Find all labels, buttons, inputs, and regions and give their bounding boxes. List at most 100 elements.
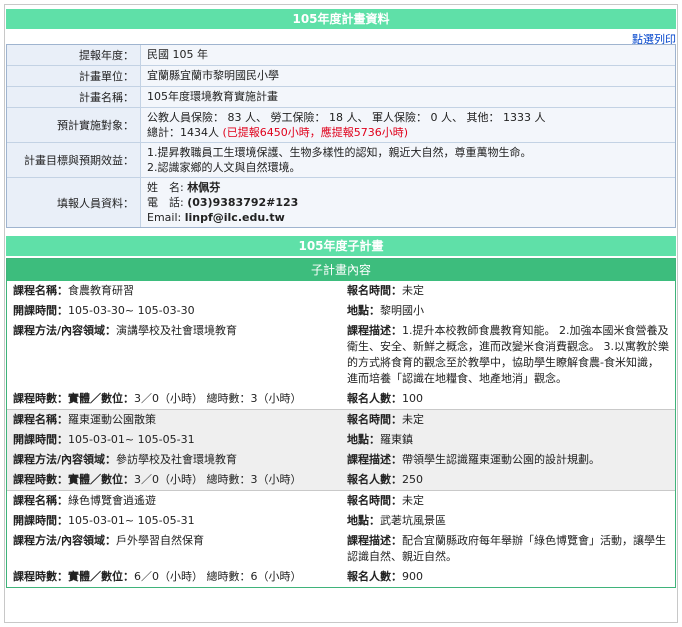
info-label: 提報年度： (7, 45, 141, 65)
info-row-name: 計畫名稱： 105年度環境教育實施計畫 (7, 87, 675, 108)
course-row: 開課時間：105-03-30~ 105-03-30 地點：黎明國小 (7, 301, 675, 321)
course-place: 地點：武荖坑風景區 (341, 511, 675, 531)
target-total-line: 總計：1434人 (已提報6450小時，應提報5736小時) (147, 125, 669, 140)
field-value: 綠色博覽會逍遙遊 (68, 494, 156, 507)
course-time: 開課時間：105-03-30~ 105-03-30 (7, 301, 341, 321)
field-value: 羅東鎮 (380, 433, 413, 446)
contact-email-value: linpf@ilc.edu.tw (184, 211, 285, 224)
field-label: 報名時間： (347, 494, 402, 507)
course-time: 開課時間：105-03-01~ 105-05-31 (7, 511, 341, 531)
subplan-header: 子計畫內容 (7, 259, 675, 281)
field-value: 未定 (402, 413, 424, 426)
course-people: 報名人數：250 (341, 470, 675, 490)
field-label: 課程描述： (347, 324, 402, 337)
field-label: 課程方法/內容領域： (13, 324, 117, 337)
field-value: 3／0（小時） 總時數：3（小時） (134, 392, 302, 405)
info-value: 105年度環境教育實施計畫 (141, 87, 675, 107)
field-label: 開課時間： (13, 304, 68, 317)
contact-phone: 電 話: (03)9383792#123 (147, 195, 669, 210)
field-value: 6／0（小時） 總時數：6（小時） (134, 570, 302, 583)
course-row: 課程時數：實體／數位：3／0（小時） 總時數：3（小時） 報名人數：250 (7, 470, 675, 490)
field-label: 報名人數： (347, 392, 402, 405)
course-name: 課程名稱：綠色博覽會逍遙遊 (7, 491, 341, 511)
field-value: 250 (402, 473, 423, 486)
course-row: 開課時間：105-03-01~ 105-05-31 地點：羅東鎮 (7, 430, 675, 450)
info-label: 計畫單位： (7, 66, 141, 86)
plan-title-bar: 105年度計畫資料 (6, 9, 676, 29)
course-time: 開課時間：105-03-01~ 105-05-31 (7, 430, 341, 450)
field-label: 地點： (347, 514, 380, 527)
target-total: 總計：1434人 (147, 126, 219, 139)
field-value: 3／0（小時） 總時數：3（小時） (134, 473, 302, 486)
course-row: 課程方法/內容領域：參訪學校及社會環境教育 課程描述：帶領學生認識羅東運動公園的… (7, 450, 675, 470)
course-block: 課程名稱：食農教育研習 報名時間：未定 開課時間：105-03-30~ 105-… (7, 281, 675, 410)
course-desc: 課程描述：帶領學生認識羅東運動公園的設計規劃。 (341, 450, 675, 470)
field-label: 課程方法/內容領域： (13, 534, 117, 547)
info-row-year: 提報年度： 民國 105 年 (7, 45, 675, 66)
course-hours: 課程時數：實體／數位：3／0（小時） 總時數：3（小時） (7, 389, 341, 409)
course-row: 課程方法/內容領域：演講學校及社會環境教育 課程描述：1.提升本校教師食農教育知… (7, 321, 675, 389)
contact-name: 姓 名: 林佩芬 (147, 180, 669, 195)
course-method: 課程方法/內容領域：演講學校及社會環境教育 (7, 321, 341, 389)
info-value: 民國 105 年 (141, 45, 675, 65)
course-row: 課程方法/內容領域：戶外學習自然保育 課程描述：配合宜蘭縣政府每年舉辦「綠色博覽… (7, 531, 675, 567)
info-row-unit: 計畫單位： 宜蘭縣宜蘭市黎明國民小學 (7, 66, 675, 87)
field-label: 地點： (347, 304, 380, 317)
course-name: 課程名稱：羅東運動公園散策 (7, 410, 341, 430)
info-value: 宜蘭縣宜蘭市黎明國民小學 (141, 66, 675, 86)
goal-line: 1.提昇教職員工生環境保護、生物多樣性的認知，親近大自然，尊重萬物生命。 (147, 146, 532, 159)
field-label: 報名時間： (347, 284, 402, 297)
info-label: 預計實施對象： (7, 108, 141, 142)
contact-name-value: 林佩芬 (187, 181, 221, 194)
info-label: 計畫名稱： (7, 87, 141, 107)
field-value: 帶領學生認識羅東運動公園的設計規劃。 (402, 453, 600, 466)
contact-phone-value: (03)9383792#123 (187, 196, 299, 209)
contact-email: Email: linpf@ilc.edu.tw (147, 210, 669, 225)
info-row-contact: 填報人員資料： 姓 名: 林佩芬 電 話: (03)9383792#123 Em… (7, 178, 675, 227)
field-label: 地點： (347, 433, 380, 446)
course-row: 開課時間：105-03-01~ 105-05-31 地點：武荖坑風景區 (7, 511, 675, 531)
subplan-title-bar: 105年度子計畫 (6, 236, 676, 256)
info-row-goals: 計畫目標與預期效益： 1.提昇教職員工生環境保護、生物多樣性的認知，親近大自然，… (7, 143, 675, 178)
field-label: 課程描述： (347, 534, 402, 547)
course-row: 課程時數：實體／數位：3／0（小時） 總時數：3（小時） 報名人數：100 (7, 389, 675, 409)
field-label: 課程名稱： (13, 413, 68, 426)
course-hours: 課程時數：實體／數位：6／0（小時） 總時數：6（小時） (7, 567, 341, 587)
info-row-target: 預計實施對象： 公教人員保險： 83 人、 勞工保險： 18 人、 軍人保險： … (7, 108, 675, 143)
field-value: 黎明國小 (380, 304, 424, 317)
field-value: 戶外學習自然保育 (116, 534, 205, 547)
field-value: 未定 (402, 284, 424, 297)
course-row: 課程名稱：綠色博覽會逍遙遊 報名時間：未定 (7, 491, 675, 511)
field-label: 課程描述： (347, 453, 402, 466)
course-method: 課程方法/內容領域：參訪學校及社會環境教育 (7, 450, 341, 470)
course-block: 課程名稱：綠色博覽會逍遙遊 報名時間：未定 開課時間：105-03-01~ 10… (7, 491, 675, 587)
course-hours: 課程時數：實體／數位：3／0（小時） 總時數：3（小時） (7, 470, 341, 490)
target-total-note: (已提報6450小時，應提報5736小時) (222, 126, 409, 139)
target-breakdown: 公教人員保險： 83 人、 勞工保險： 18 人、 軍人保險： 0 人、 其他：… (147, 111, 546, 124)
field-value: 武荖坑風景區 (380, 514, 446, 527)
field-label: 課程時數：實體／數位： (13, 570, 134, 583)
contact-email-label: Email: (147, 211, 182, 224)
field-value: 105-03-30~ 105-03-30 (68, 304, 195, 317)
info-value: 姓 名: 林佩芬 電 話: (03)9383792#123 Email: lin… (141, 178, 675, 227)
course-row: 課程時數：實體／數位：6／0（小時） 總時數：6（小時） 報名人數：900 (7, 567, 675, 587)
course-row: 課程名稱：食農教育研習 報名時間：未定 (7, 281, 675, 301)
subplan-table: 子計畫內容 課程名稱：食農教育研習 報名時間：未定 開課時間：105-03-30… (6, 258, 676, 588)
field-value: 100 (402, 392, 423, 405)
course-people: 報名人數：900 (341, 567, 675, 587)
info-label: 計畫目標與預期效益： (7, 143, 141, 177)
course-desc: 課程描述：1.提升本校教師食農教育知能。 2.加強本國米食營養及衛生、安全、新鮮… (341, 321, 675, 389)
field-value: 參訪學校及社會環境教育 (116, 453, 238, 466)
course-method: 課程方法/內容領域：戶外學習自然保育 (7, 531, 341, 567)
field-label: 開課時間： (13, 514, 68, 527)
course-people: 報名人數：100 (341, 389, 675, 409)
contact-name-label: 姓 名: (147, 181, 184, 194)
course-place: 地點：羅東鎮 (341, 430, 675, 450)
field-value: 食農教育研習 (68, 284, 134, 297)
field-label: 課程名稱： (13, 494, 68, 507)
field-label: 課程名稱： (13, 284, 68, 297)
field-label: 課程方法/內容領域： (13, 453, 117, 466)
course-signup: 報名時間：未定 (341, 410, 675, 430)
field-label: 開課時間： (13, 433, 68, 446)
field-label: 報名人數： (347, 570, 402, 583)
